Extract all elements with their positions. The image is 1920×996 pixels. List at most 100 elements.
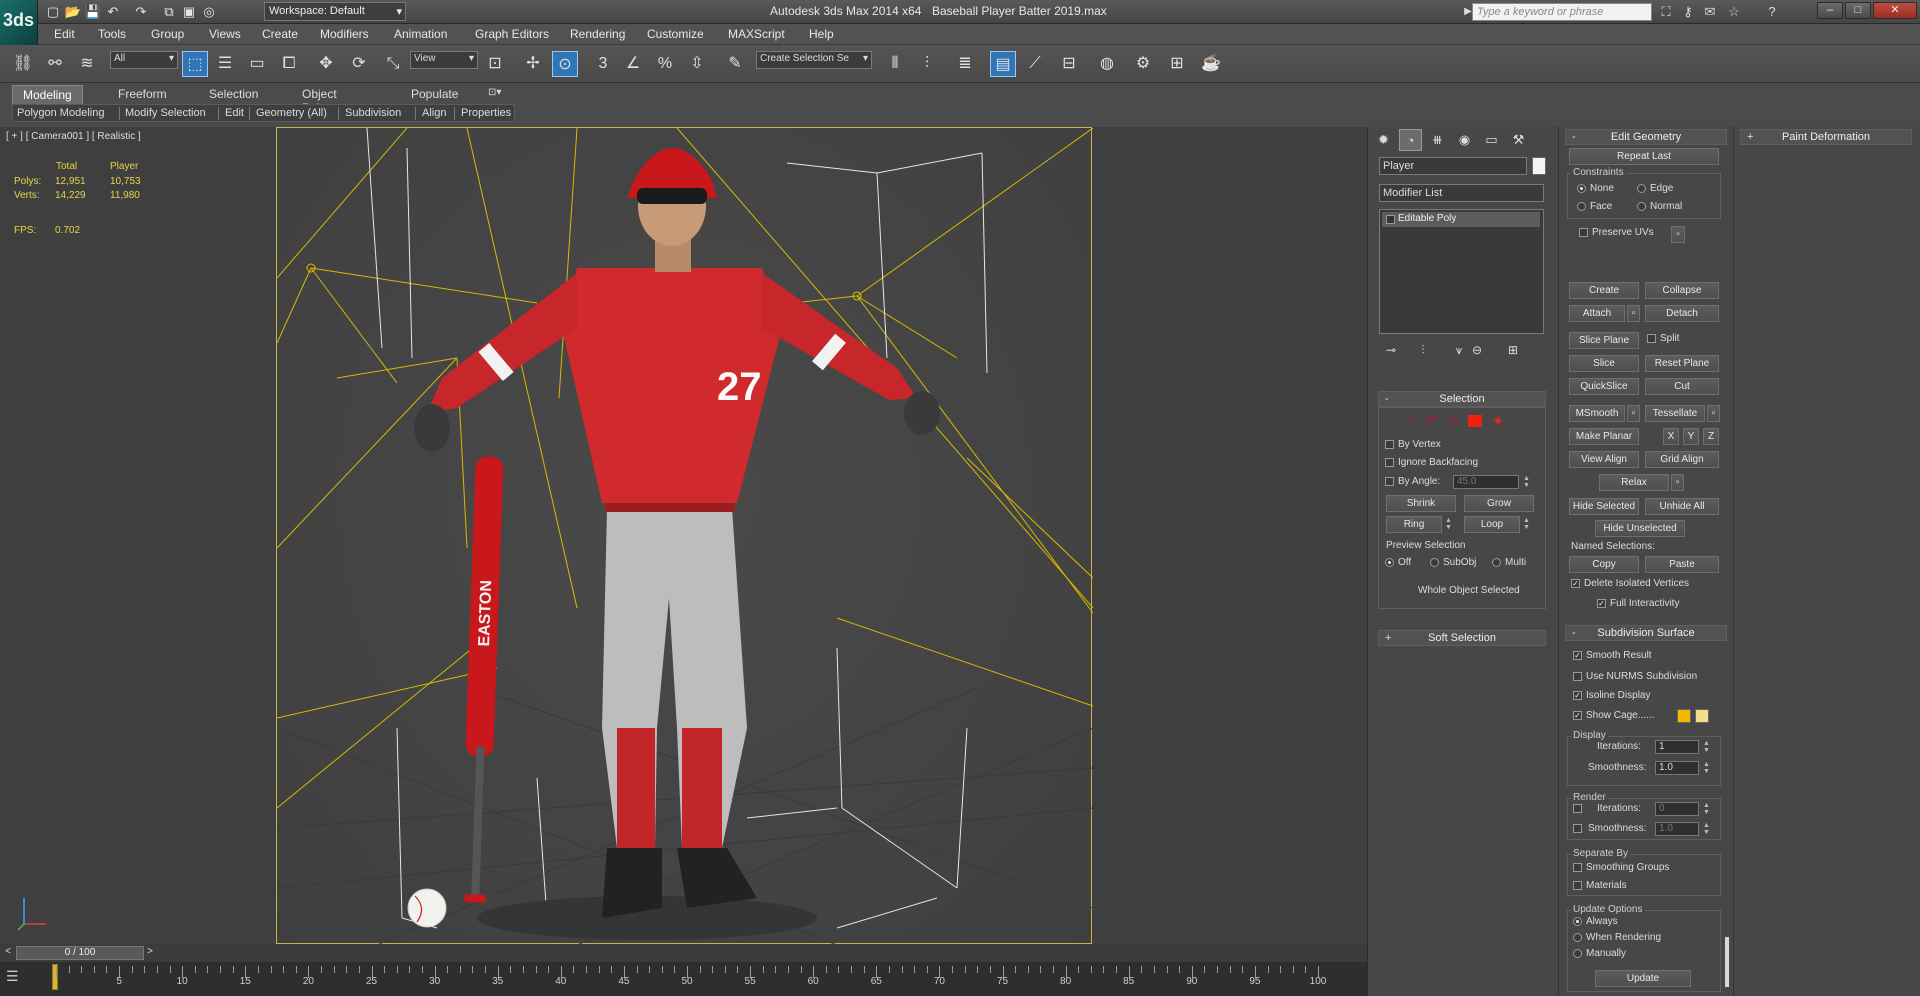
maximize-button[interactable]: □ [1845, 2, 1871, 19]
update-always-radio[interactable]: Always [1573, 916, 1618, 927]
schematic-view-icon[interactable]: ⊟ [1056, 51, 1082, 77]
curve-editor-mini-icon[interactable]: ☰ [6, 968, 36, 990]
motion-tab-icon[interactable]: ◉ [1453, 129, 1476, 151]
help-icon[interactable]: ? [1762, 3, 1782, 21]
project-folder-icon[interactable]: ◎ [200, 3, 218, 20]
panel-properties[interactable]: Properties [461, 107, 511, 119]
loop-spinner-arrows[interactable]: ▲ ▼ [1522, 517, 1531, 531]
pin-stack-icon[interactable]: ⊸ [1382, 343, 1400, 357]
copy-button[interactable]: Copy [1569, 556, 1639, 573]
modify-tab-icon[interactable]: ◔ [1399, 129, 1422, 151]
hold-icon[interactable]: ⧉ [160, 3, 178, 20]
render-production-icon[interactable]: ☕ [1198, 51, 1224, 77]
menu-views[interactable]: Views [209, 27, 241, 41]
subdivision-surface-rollout-header[interactable]: - Subdivision Surface [1565, 625, 1727, 641]
menu-animation[interactable]: Animation [394, 27, 447, 41]
link-icon[interactable]: ⛓ [10, 51, 36, 77]
select-by-name-icon[interactable]: ☰ [212, 51, 238, 77]
minimize-button[interactable]: – [1817, 2, 1843, 19]
rotate-icon[interactable]: ⟳ [346, 51, 372, 77]
render-smoothness-spinner[interactable]: 1.0 [1655, 822, 1699, 836]
workspace-dropdown[interactable]: Workspace: Default [264, 2, 406, 21]
layer-manager-icon[interactable]: ≣ [952, 51, 978, 77]
named-selection-sets-dropdown[interactable]: Create Selection Se [756, 51, 872, 69]
search-input[interactable]: Type a keyword or phrase [1472, 3, 1652, 21]
show-cage-checkbox[interactable]: ✓ Show Cage...... [1573, 710, 1654, 721]
menu-graph-editors[interactable]: Graph Editors [475, 27, 549, 41]
render-setup-icon[interactable]: ⚙ [1130, 51, 1156, 77]
tab-object-paint[interactable]: Object Paint [302, 85, 337, 115]
display-tab-icon[interactable]: ▭ [1480, 129, 1503, 151]
time-slider[interactable]: 0 / 100 [16, 946, 144, 960]
unhide-all-button[interactable]: Unhide All [1645, 498, 1719, 515]
full-interactivity-checkbox[interactable]: ✓ Full Interactivity [1597, 598, 1679, 609]
display-smoothness-arrows[interactable]: ▲ ▼ [1702, 761, 1711, 775]
render-iterations-checkbox[interactable] [1573, 803, 1586, 814]
viewport-label[interactable]: [ + ] [ Camera001 ] [ Realistic ] [6, 131, 141, 142]
slice-plane-button[interactable]: Slice Plane [1569, 332, 1639, 349]
preview-multi-radio[interactable]: Multi [1492, 557, 1526, 568]
relax-settings-button[interactable]: ▫ [1671, 474, 1684, 491]
constraint-edge-radio[interactable]: Edge [1637, 183, 1673, 194]
rendered-frame-window-icon[interactable]: ⊞ [1164, 51, 1190, 77]
create-tab-icon[interactable]: ✹ [1372, 129, 1395, 151]
constraint-none-radio[interactable]: None [1577, 183, 1614, 194]
paint-deformation-rollout-header[interactable]: + Paint Deformation [1740, 129, 1912, 145]
tab-selection[interactable]: Selection [209, 85, 258, 104]
hierarchy-tab-icon[interactable]: ⧻ [1426, 129, 1449, 151]
by-vertex-checkbox[interactable]: By Vertex [1385, 439, 1441, 450]
modifier-list-dropdown[interactable]: Modifier List [1379, 184, 1544, 202]
smoothing-groups-checkbox[interactable]: Smoothing Groups [1573, 862, 1669, 873]
grid-align-button[interactable]: Grid Align [1645, 451, 1719, 468]
delete-isolated-checkbox[interactable]: ✓ Delete Isolated Vertices [1571, 578, 1689, 589]
vertex-mode-icon[interactable]: ⁖ [1402, 413, 1418, 427]
panel-polygon-modeling[interactable]: Polygon Modeling [17, 107, 104, 119]
display-iterations-spinner[interactable]: 1 [1655, 740, 1699, 754]
create-button[interactable]: Create [1569, 282, 1639, 299]
pivot-center-icon[interactable]: ⊡ [482, 51, 508, 77]
soft-selection-rollout-header[interactable]: + Soft Selection [1378, 630, 1546, 646]
object-name-field[interactable]: Player [1379, 157, 1527, 175]
preview-off-radio[interactable]: Off [1385, 557, 1411, 568]
attach-settings-button[interactable]: ▫ [1627, 305, 1640, 322]
loop-button[interactable]: Loop [1464, 516, 1520, 533]
msmooth-settings-button[interactable]: ▫ [1627, 405, 1640, 422]
cut-button[interactable]: Cut [1645, 378, 1719, 395]
msmooth-button[interactable]: MSmooth [1569, 405, 1625, 422]
material-editor-icon[interactable]: ◍ [1094, 51, 1120, 77]
favorites-star-icon[interactable]: ☆ [1724, 3, 1744, 21]
planar-y-button[interactable]: Y [1683, 428, 1699, 445]
render-iterations-spinner[interactable]: 0 [1655, 802, 1699, 816]
angle-spinner[interactable]: 45.0 [1453, 475, 1519, 489]
smooth-result-checkbox[interactable]: ✓ Smooth Result [1573, 650, 1652, 661]
save-icon[interactable]: 💾 [84, 3, 102, 20]
panel-geometry-all[interactable]: Geometry (All) [256, 107, 327, 119]
move-icon[interactable]: ✥ [313, 51, 339, 77]
isoline-display-checkbox[interactable]: ✓ Isoline Display [1573, 690, 1650, 701]
slice-button[interactable]: Slice [1569, 355, 1639, 372]
undo-icon[interactable]: ↶ [104, 3, 122, 20]
render-iterations-arrows[interactable]: ▲ ▼ [1702, 802, 1711, 816]
render-smoothness-checkbox[interactable] [1573, 823, 1586, 834]
select-manipulate-icon[interactable]: ✢ [520, 51, 546, 77]
preserve-uvs-checkbox[interactable]: Preserve UVs [1579, 227, 1654, 238]
show-end-result-icon[interactable]: ⫶ [1414, 343, 1432, 358]
graphite-ribbon-icon[interactable]: ▤ [990, 51, 1016, 77]
panel-scrollbar[interactable] [1725, 937, 1729, 987]
view-align-button[interactable]: View Align [1569, 451, 1639, 468]
spinner-snap-icon[interactable]: ⇳ [684, 51, 710, 77]
cage-color-swatch-1[interactable] [1677, 709, 1691, 723]
object-color-swatch[interactable] [1532, 157, 1546, 175]
paste-button[interactable]: Paste [1645, 556, 1719, 573]
polygon-mode-icon[interactable] [1468, 415, 1482, 427]
ring-button[interactable]: Ring [1386, 516, 1442, 533]
configure-sets-icon[interactable]: ⊞ [1504, 343, 1522, 357]
tab-populate[interactable]: Populate [411, 85, 458, 104]
subscription-icon[interactable]: ⚷ [1678, 3, 1698, 21]
hide-selected-button[interactable]: Hide Selected [1569, 498, 1639, 515]
curve-editor-icon[interactable]: ⟋ [1022, 51, 1048, 77]
update-button[interactable]: Update [1595, 970, 1691, 987]
selection-rollout-header[interactable]: - Selection [1378, 391, 1546, 407]
constraint-face-radio[interactable]: Face [1577, 201, 1612, 212]
camera-viewport[interactable]: [ + ] [ Camera001 ] [ Realistic ] Total … [0, 127, 1367, 946]
